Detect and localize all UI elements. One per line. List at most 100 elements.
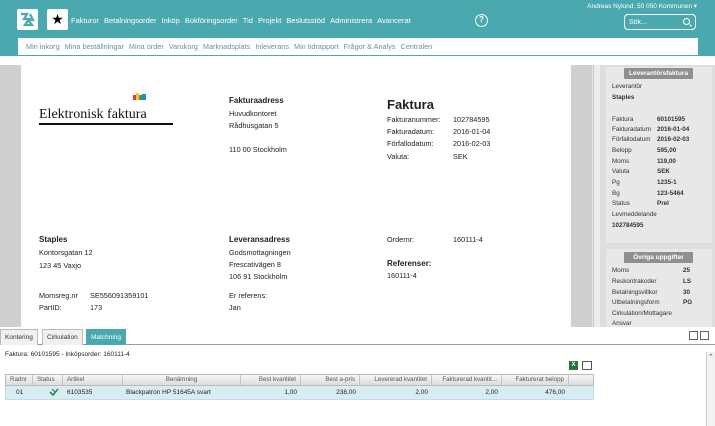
subnav-inleverans[interactable]: Inleverans	[255, 42, 289, 51]
supplier-name: Staples	[39, 235, 68, 244]
invoice-meta-label: Fakturadatum:	[387, 127, 435, 136]
ordered-quantity: 1,00	[284, 389, 297, 396]
billing-address-title: Fakturaadress	[229, 96, 284, 105]
user-menu[interactable]: Andreas Nylund, 50 050 Kommunen ▾	[587, 2, 697, 10]
invoice-title: Faktura	[387, 97, 434, 112]
delivery-address-line: 106 91 Stockholm	[229, 272, 288, 281]
invoice-logo-text: Elektronisk faktura	[39, 107, 147, 122]
column-header[interactable]: Best kvantitet	[241, 375, 301, 385]
article-number: 6103535	[67, 389, 93, 396]
references-value: 160111-4	[387, 271, 417, 280]
panel-window-controls	[689, 331, 709, 340]
favorites-star-icon[interactable]: ★	[47, 9, 68, 30]
invoice-logo-mark-icon	[133, 93, 146, 100]
subnav-mina-order[interactable]: Mina order	[129, 42, 164, 51]
scroll-up-icon[interactable]: ⌃	[708, 353, 714, 361]
nav-inkop[interactable]: Inköp	[161, 16, 179, 25]
field-label: Bg	[612, 190, 620, 197]
column-header[interactable]: Best a-pris	[301, 375, 360, 385]
field-label: Förfallodatum	[612, 136, 651, 143]
nav-tid[interactable]: Tid	[243, 16, 253, 25]
field-label: Fakturadatum	[612, 126, 651, 133]
subnav-min-inkorg[interactable]: Min inkorg	[26, 42, 60, 51]
row-number: 01	[16, 389, 24, 396]
column-header[interactable]: Status	[33, 375, 63, 385]
tab-cirkulation[interactable]: Cirkulation	[42, 329, 83, 345]
other-field-label: Moms	[612, 267, 630, 274]
sub-nav: Min inkorg Mina beställningar Mina order…	[18, 38, 698, 55]
other-field-label: Reskontrakoder	[612, 278, 657, 285]
nav-bokforingsorder[interactable]: Bokföringsorder	[185, 16, 238, 25]
invoice-meta-label: Förfallodatum:	[387, 139, 434, 148]
subnav-min-tidrapport[interactable]: Min tidrapport	[294, 42, 339, 51]
search-icon[interactable]	[683, 18, 690, 25]
other-info-header[interactable]: Övriga uppgifter	[624, 252, 693, 263]
field-label: Belopp	[612, 147, 632, 154]
column-header[interactable]: Levererad kvantitet	[360, 375, 432, 385]
billing-address-line: Rådhusgatan 5	[229, 121, 279, 130]
field-value: 595,00	[657, 147, 677, 154]
print-icon[interactable]	[582, 361, 592, 370]
due-date-value: 2016-02-03	[453, 139, 491, 148]
column-header[interactable]: Radnr	[6, 375, 33, 385]
subnav-centralen[interactable]: Centralen	[401, 42, 433, 51]
side-panel-scrollbar[interactable]	[593, 65, 600, 327]
table-row[interactable]: 01 6103535 Blackpatron HP 51645A svart 1…	[5, 386, 594, 400]
invoiced-quantity: 2,00	[485, 389, 498, 396]
supplier-label: Leverantör	[612, 83, 643, 90]
tab-matchning[interactable]: Matchning	[86, 329, 126, 345]
supplier-address-line: Kontorsgatan 12	[39, 248, 93, 257]
nav-betalningsorder[interactable]: Betalningsorder	[104, 16, 157, 25]
tab-kontering[interactable]: Kontering	[0, 329, 38, 345]
search-input[interactable]	[629, 17, 679, 27]
order-number-value: 160111-4	[453, 235, 483, 244]
subnav-varukorg[interactable]: Varukorg	[169, 42, 198, 51]
other-field-value: PG	[683, 299, 693, 306]
nav-beslutsstod[interactable]: Beslutsstöd	[286, 16, 325, 25]
subnav-mina-bestallningar[interactable]: Mina beställningar	[65, 42, 124, 51]
maximize-panel-icon[interactable]	[700, 331, 709, 340]
invoice-meta-label: Valuta:	[387, 152, 410, 161]
subnav-marknadsplats[interactable]: Marknadsplats	[203, 42, 250, 51]
subnav-fragor-analys[interactable]: Frågor & Analys	[344, 42, 396, 51]
invoice-page	[21, 65, 571, 327]
nav-fakturor[interactable]: Fakturor	[71, 16, 99, 25]
column-header[interactable]: Fakturerat belopp	[502, 375, 569, 385]
app-logo-icon[interactable]	[17, 9, 38, 30]
our-reference-label: Er referens:	[229, 291, 268, 300]
nav-administrera[interactable]: Administrera	[330, 16, 372, 25]
supplier-invoice-header[interactable]: Leverantörsfaktura	[624, 68, 693, 79]
lower-scrollbar[interactable]: ⌃	[706, 352, 715, 426]
our-reference-value: Jan	[229, 303, 241, 312]
part-id-value: 173	[90, 303, 103, 312]
column-header[interactable]: Fakturerad kvantit...	[432, 375, 502, 385]
search-box	[624, 14, 696, 30]
sub-nav-bar: Min inkorg Mina beställningar Mina order…	[0, 38, 715, 56]
invoice-logo-underline	[39, 123, 173, 125]
invoice-meta-label: Fakturanummer:	[387, 115, 441, 124]
field-label: Pg	[612, 179, 620, 186]
billing-address-line: 110 00 Stockholm	[229, 145, 287, 154]
ordered-unit-price: 238,00	[336, 389, 356, 396]
grid-header: Radnr Status Artikel Benämning Best kvan…	[5, 374, 594, 386]
excel-export-icon[interactable]: X	[569, 361, 578, 370]
nav-projekt[interactable]: Projekt	[258, 16, 281, 25]
column-header[interactable]: Artikel	[63, 375, 123, 385]
invoice-number-value: 102784595	[453, 115, 490, 124]
nav-avancerat[interactable]: Avancerat	[377, 16, 411, 25]
field-label: Faktura	[612, 116, 634, 123]
minimize-panel-icon[interactable]	[689, 331, 698, 340]
column-header[interactable]: Benämning	[123, 375, 241, 385]
delivery-address-line: Frescativägen 8	[229, 260, 281, 269]
article-description: Blackpatron HP 51645A svart	[126, 389, 211, 396]
vat-number-value: SE556091359101	[90, 291, 149, 300]
field-value: 2016-01-04	[657, 126, 690, 133]
field-label: Valuta	[612, 168, 630, 175]
help-icon[interactable]: ?	[475, 14, 488, 27]
matching-title: Faktura: 60101595 - Inköpsorder: 160111-…	[5, 351, 130, 358]
invoice-date-value: 2016-01-04	[453, 127, 491, 136]
responsibility-label: Ansvar	[612, 320, 632, 327]
delivery-address-title: Leveransadress	[229, 235, 290, 244]
message-label: Levmeddelande	[612, 211, 657, 218]
part-id-label: PartID:	[39, 303, 62, 312]
